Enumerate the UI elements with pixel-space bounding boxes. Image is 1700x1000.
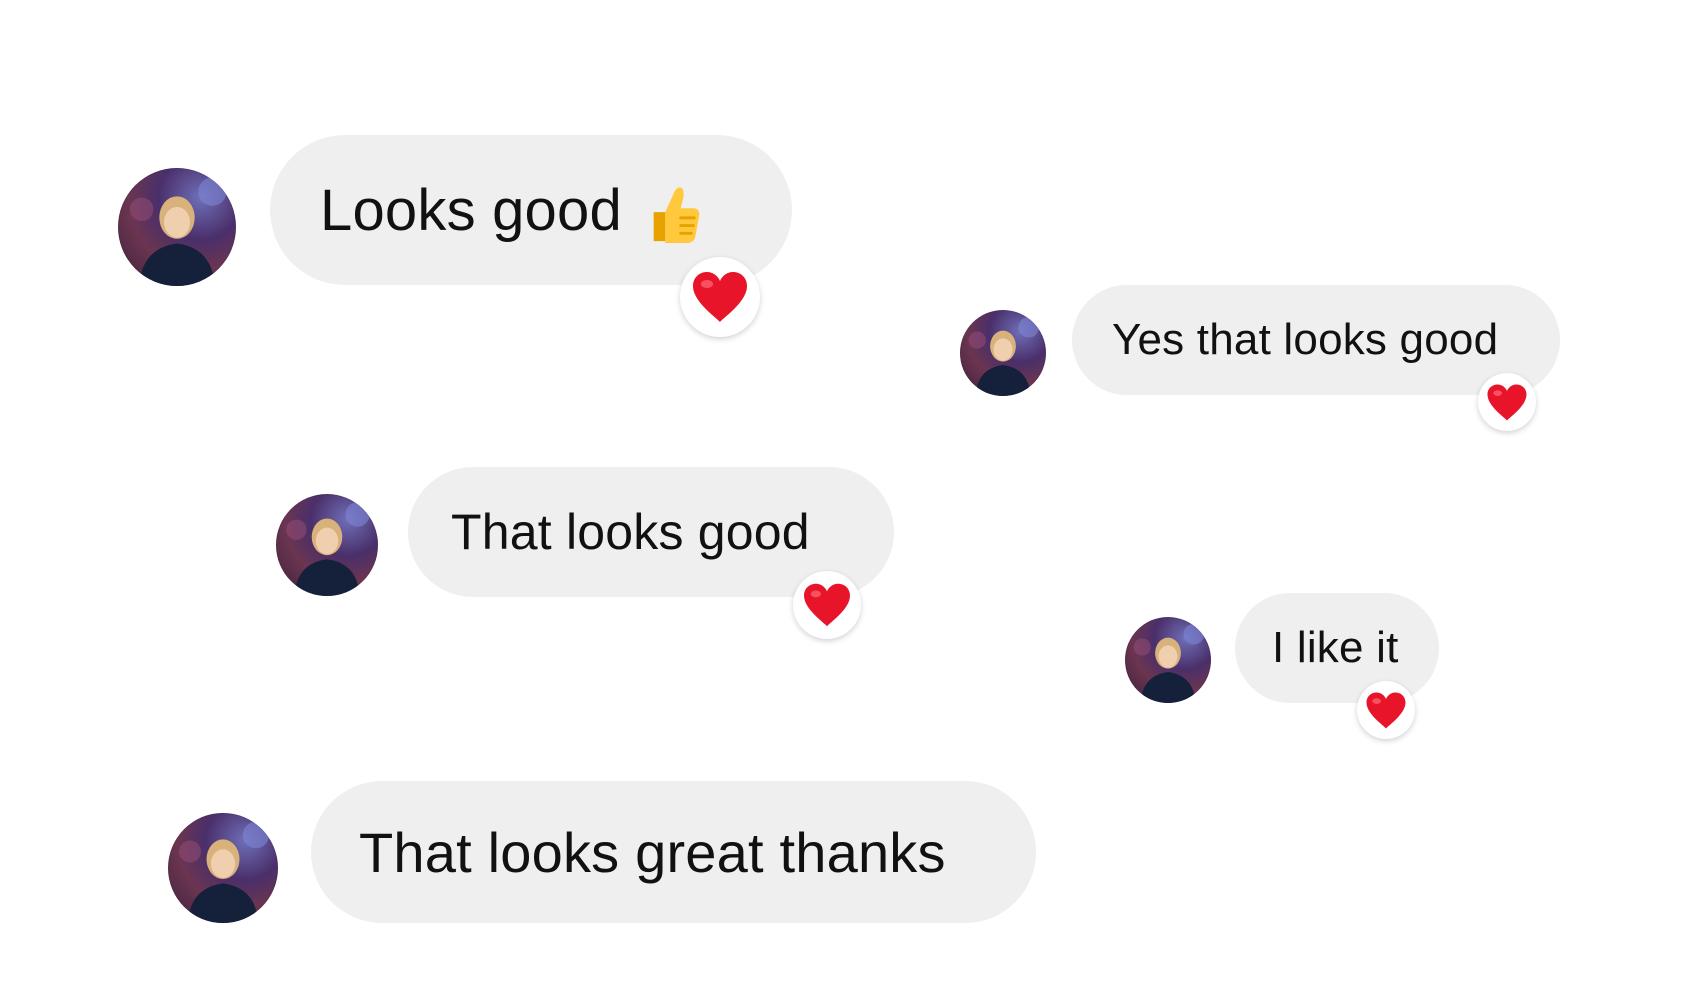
message-text: Yes that looks good [1112,315,1499,364]
message-bubble[interactable]: Yes that looks good [1072,285,1560,395]
avatar-photo [1133,623,1205,703]
heart-icon [1487,383,1527,421]
message-text: That looks great thanks [359,820,946,884]
avatar[interactable] [118,168,236,286]
avatar-photo [129,177,227,286]
message-bubble[interactable]: That looks great thanks [311,781,1036,923]
heart-reaction[interactable] [680,257,760,337]
heart-icon [804,583,850,627]
heart-icon [693,272,747,322]
avatar[interactable] [960,310,1046,396]
avatar[interactable] [168,813,278,923]
heart-icon [1366,691,1406,729]
avatar[interactable] [1125,617,1211,703]
message-text: That looks good [451,504,810,560]
avatar-photo [286,502,370,596]
avatar[interactable] [276,494,378,596]
message-text: I like it [1272,623,1399,672]
heart-reaction[interactable] [793,571,861,639]
message-text: Looks good [320,177,622,243]
avatar-photo [179,821,270,923]
thumbs-up-icon [644,183,702,245]
heart-reaction[interactable] [1357,681,1415,739]
avatar-photo [968,316,1040,396]
heart-reaction[interactable] [1478,373,1536,431]
message-bubble[interactable]: I like it [1235,593,1439,703]
